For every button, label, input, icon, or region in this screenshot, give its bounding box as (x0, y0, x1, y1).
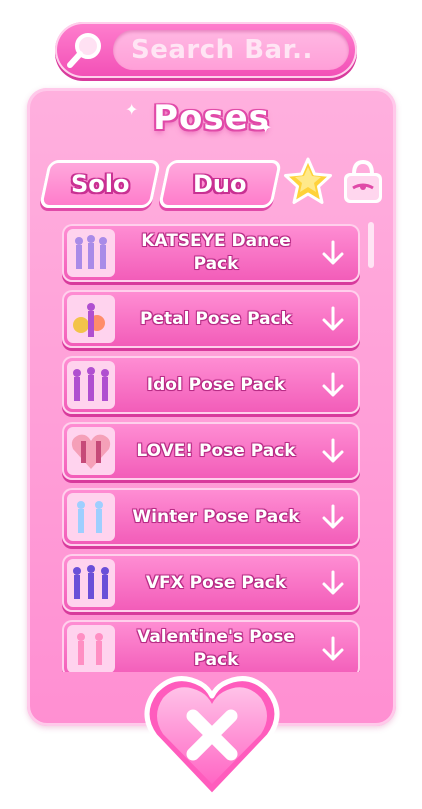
tab-solo[interactable]: Solo (38, 160, 162, 208)
down-arrow-icon[interactable] (318, 568, 348, 598)
close-button[interactable] (141, 666, 283, 802)
shopping-bag-icon[interactable] (338, 156, 388, 208)
panel-title: Poses (153, 98, 270, 138)
list-item[interactable]: Valentine's Pose Pack (62, 620, 360, 672)
list-item[interactable]: Petal Pose Pack (62, 290, 360, 348)
list-item[interactable]: KATSEYE Dance Pack (62, 224, 360, 282)
tab-duo[interactable]: Duo (157, 160, 283, 208)
vfx-thumbnail (67, 559, 115, 607)
list-item-label: KATSEYE Dance Pack (141, 231, 291, 274)
down-arrow-icon[interactable] (318, 436, 348, 466)
pose-pack-list[interactable]: KATSEYE Dance Pack Petal Pose Pack Idol … (56, 214, 374, 672)
list-item-label: Winter Pose Pack (132, 506, 300, 527)
tab-duo-label: Duo (193, 170, 247, 198)
tab-solo-label: Solo (70, 170, 130, 198)
list-item[interactable]: VFX Pose Pack (62, 554, 360, 612)
list-item-label: Valentine's Pose Pack (137, 627, 295, 670)
magnifier-icon[interactable] (63, 29, 107, 71)
scrollbar[interactable] (368, 222, 374, 268)
valentine-thumbnail (67, 625, 115, 672)
list-item-label: Petal Pose Pack (140, 308, 292, 329)
list-item-label: Idol Pose Pack (146, 374, 286, 395)
star-icon[interactable] (282, 156, 334, 208)
list-item[interactable]: Winter Pose Pack (62, 488, 360, 546)
down-arrow-icon[interactable] (318, 370, 348, 400)
list-item-label: VFX Pose Pack (145, 572, 287, 593)
down-arrow-icon[interactable] (318, 502, 348, 532)
love-thumbnail (67, 427, 115, 475)
search-input[interactable]: Search Bar.. (113, 30, 349, 70)
list-item[interactable]: LOVE! Pose Pack (62, 422, 360, 480)
sparkle-icon: ✦ (125, 100, 139, 119)
sparkle-icon: ✦ (259, 118, 273, 137)
search-bar[interactable]: Search Bar.. (55, 22, 357, 78)
down-arrow-icon[interactable] (318, 238, 348, 268)
winter-thumbnail (67, 493, 115, 541)
idol-thumbnail (67, 361, 115, 409)
down-arrow-icon[interactable] (318, 634, 348, 664)
list-item-label: LOVE! Pose Pack (136, 440, 296, 461)
down-arrow-icon[interactable] (318, 304, 348, 334)
katseye-thumbnail (67, 229, 115, 277)
list-item[interactable]: Idol Pose Pack (62, 356, 360, 414)
petal-thumbnail (67, 295, 115, 343)
